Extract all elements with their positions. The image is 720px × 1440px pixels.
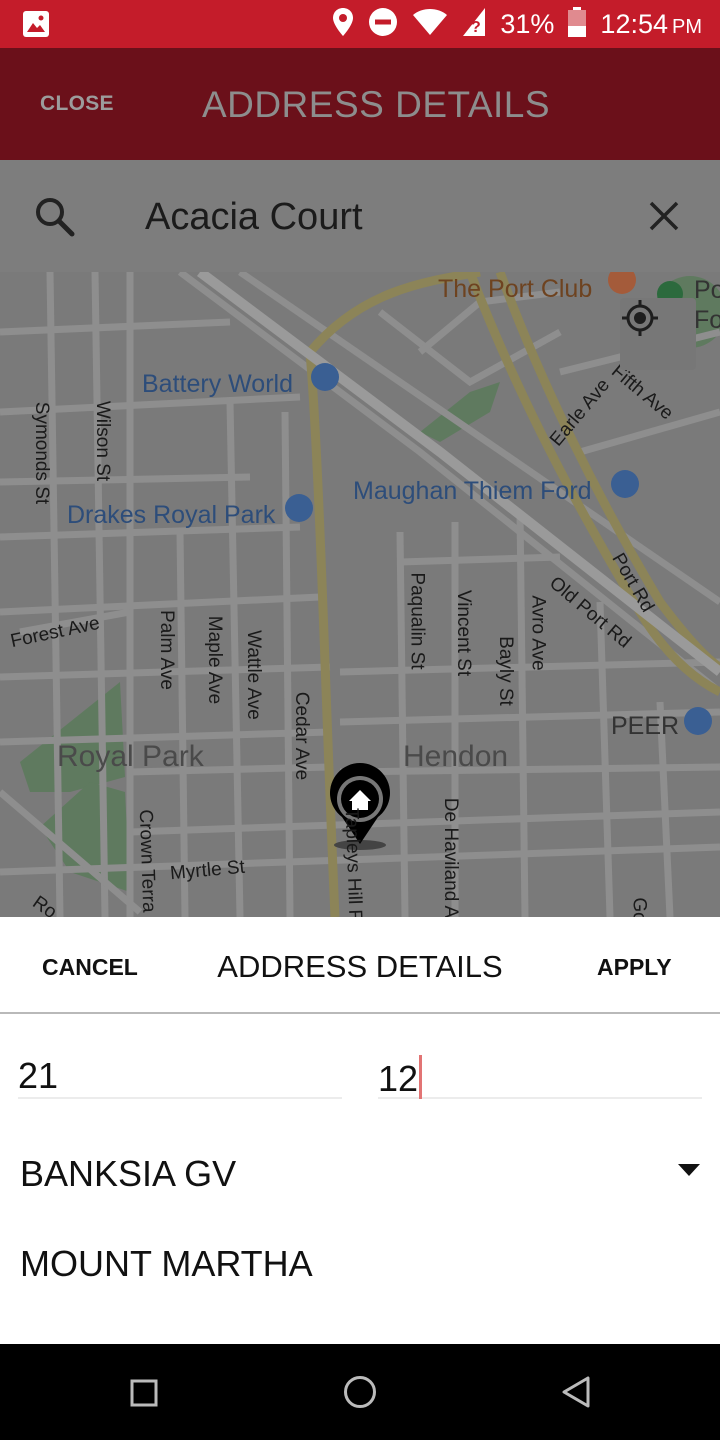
street-label-symonds: Symonds St bbox=[31, 401, 53, 505]
clock: 12:54 PM bbox=[600, 9, 702, 40]
street-label-vincent: Vincent St bbox=[453, 589, 475, 677]
map-label-peer[interactable]: PEER bbox=[611, 712, 679, 741]
battery-icon bbox=[568, 6, 587, 42]
map-label-maughan[interactable]: Maughan Thiem Ford bbox=[353, 477, 592, 506]
battery-percent: 31% bbox=[500, 8, 555, 39]
suburb-value[interactable]: MOUNT MARTHA bbox=[20, 1243, 313, 1285]
dropdown-arrow-icon bbox=[678, 1163, 700, 1181]
wifi-icon bbox=[412, 8, 448, 41]
map-label-hendon: Hendon bbox=[403, 740, 509, 773]
street-label-wilson: Wilson St bbox=[92, 400, 114, 482]
unit-number-wrap: 12 bbox=[378, 1055, 423, 1100]
search-bar: Acacia Court bbox=[0, 160, 720, 272]
street-label-palm: Palm Ave bbox=[155, 610, 177, 690]
clock-suffix: PM bbox=[672, 15, 702, 38]
no-signal-icon: ? bbox=[462, 7, 486, 42]
map-label-royal-park: Royal Park bbox=[57, 740, 204, 773]
recent-apps-icon[interactable] bbox=[130, 1379, 158, 1412]
street-name-select[interactable]: BANKSIA GV bbox=[20, 1145, 704, 1201]
map-label-fo: Fo bbox=[694, 306, 720, 334]
street-label-de-haviland: De Haviland A bbox=[440, 797, 462, 917]
street-label-crown: Crown Terra bbox=[134, 809, 160, 913]
clock-time: 12:54 bbox=[600, 8, 668, 39]
street-label-paqualin: Paqualin St bbox=[406, 572, 428, 670]
street-number-field[interactable]: 21 bbox=[18, 1039, 342, 1099]
back-icon[interactable] bbox=[560, 1375, 592, 1414]
close-icon[interactable] bbox=[648, 200, 680, 237]
street-label-wattle: Wattle Ave bbox=[242, 630, 264, 720]
address-details-sheet: CANCEL ADDRESS DETAILS APPLY 21 12 BANKS… bbox=[0, 917, 720, 1344]
map-label-drakes[interactable]: Drakes Royal Park bbox=[67, 501, 275, 530]
search-input[interactable]: Acacia Court bbox=[145, 196, 363, 239]
map[interactable]: The Port Club Battery World Drakes Royal… bbox=[0, 272, 720, 917]
search-icon[interactable] bbox=[34, 196, 76, 243]
location-icon bbox=[332, 7, 354, 42]
do-not-disturb-icon bbox=[368, 7, 398, 42]
street-label-avro: Avro Ave bbox=[527, 595, 549, 671]
svg-text:?: ? bbox=[471, 19, 481, 36]
street-label-go: Go bbox=[628, 897, 650, 917]
unit-number-value: 12 bbox=[378, 1058, 419, 1099]
navigation-bar bbox=[0, 1344, 720, 1440]
street-label-tapleys: Tapleys Hill Rd bbox=[340, 807, 367, 917]
street-name-value: BANKSIA GV bbox=[20, 1153, 237, 1194]
page-title: ADDRESS DETAILS bbox=[201, 84, 551, 125]
map-label-po: Po bbox=[694, 276, 720, 304]
street-label-maple: Maple Ave bbox=[204, 615, 226, 705]
text-cursor bbox=[419, 1055, 423, 1099]
street-label-bayly: Bayly St bbox=[494, 636, 516, 706]
street-number-value: 21 bbox=[18, 1055, 59, 1096]
image-notification-icon bbox=[22, 10, 50, 43]
sheet-header: CANCEL ADDRESS DETAILS APPLY bbox=[0, 917, 720, 1014]
map-label-battery-world[interactable]: Battery World bbox=[142, 370, 293, 399]
my-location-button[interactable] bbox=[620, 298, 696, 370]
apply-button[interactable]: APPLY bbox=[597, 954, 672, 981]
map-label-port-club[interactable]: The Port Club bbox=[438, 275, 592, 304]
street-label-cedar: Cedar Ave bbox=[291, 691, 313, 781]
unit-number-field[interactable]: 12 bbox=[378, 1039, 702, 1099]
status-bar: ? 31% 12:54 PM bbox=[0, 0, 720, 48]
home-icon[interactable] bbox=[343, 1375, 377, 1414]
app-bar: CLOSE ADDRESS DETAILS bbox=[0, 48, 720, 160]
